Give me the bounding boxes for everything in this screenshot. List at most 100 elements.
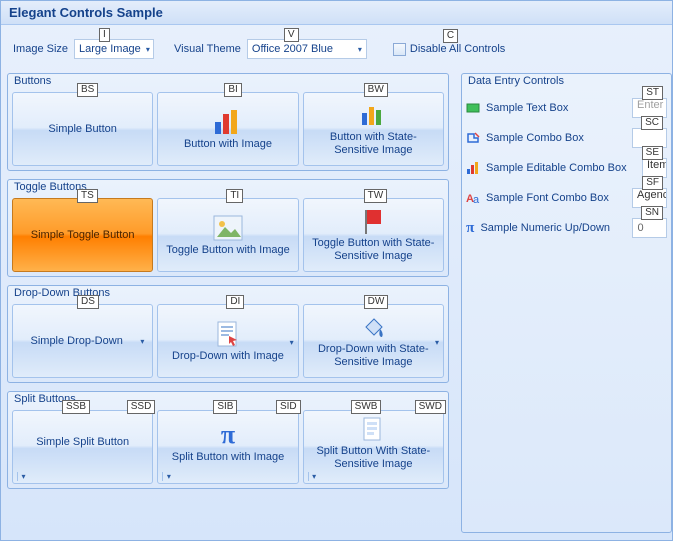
disable-all-label: Disable All Controls	[410, 43, 505, 55]
font-icon: Aa	[466, 190, 480, 206]
button-with-image[interactable]: Button with Image BI	[157, 92, 298, 166]
button-label: Simple Drop-Down	[31, 335, 123, 348]
keytip: BW	[364, 83, 388, 97]
button-label: Split Button with Image	[172, 451, 285, 464]
keytip: TI	[226, 189, 243, 203]
chevron-down-icon: ▾	[136, 337, 148, 346]
picture-icon	[212, 214, 244, 242]
textbox-icon	[466, 100, 480, 116]
keytip: SF	[642, 176, 663, 190]
button-label: Button with Image	[184, 138, 272, 151]
dropdown-state-sensitive[interactable]: Drop-Down with State-Sensitive Image ▾ D…	[303, 304, 444, 378]
chevron-down-icon: ▾	[21, 472, 25, 481]
keytip: V	[284, 28, 299, 42]
sample-textbox-label: Sample Text Box	[486, 102, 626, 114]
button-label: Toggle Button with State-Sensitive Image	[308, 237, 439, 263]
split-dropdown[interactable]: ▾	[308, 472, 320, 481]
button-label: Simple Button	[48, 123, 116, 136]
document-cursor-icon	[212, 320, 244, 348]
toggle-button-state-sensitive[interactable]: Toggle Button with State-Sensitive Image…	[303, 198, 444, 272]
keytip: SWB	[351, 400, 382, 414]
button-label: Drop-Down with Image	[172, 350, 284, 363]
image-size-value: Large Image	[79, 43, 141, 55]
sample-numeric-label: Sample Numeric Up/Down	[480, 222, 626, 234]
bar-chart-icon	[357, 101, 389, 129]
group-title: Toggle Buttons	[14, 181, 87, 193]
sample-font-combo[interactable]: Agency FB	[632, 188, 667, 208]
button-label: Drop-Down with State-Sensitive Image	[308, 343, 439, 369]
group-title: Data Entry Controls	[468, 75, 564, 87]
options-row: Image Size Large Image ▾ I Visual Theme …	[1, 25, 672, 73]
visual-theme-label: Visual Theme	[174, 43, 241, 55]
split-buttons-group: Split Buttons Simple Split Button ▾ SSB …	[7, 391, 449, 489]
sample-combo[interactable]	[632, 128, 667, 148]
disable-all-checkbox[interactable]	[393, 43, 406, 56]
chevron-down-icon: ▾	[312, 472, 316, 481]
dropdown-buttons-group: Drop-Down Buttons Simple Drop-Down ▾ DS …	[7, 285, 449, 383]
sample-font-combo-label: Sample Font Combo Box	[486, 192, 626, 204]
chevron-down-icon: ▾	[352, 45, 364, 54]
keytip: BI	[224, 83, 241, 97]
sample-numeric-updown[interactable]: 0	[632, 218, 667, 238]
keytip: SSB	[62, 400, 90, 414]
keytip: C	[443, 29, 458, 43]
sample-editable-combo-label: Sample Editable Combo Box	[486, 162, 636, 174]
toggle-button-with-image[interactable]: Toggle Button with Image TI	[157, 198, 298, 272]
split-dropdown[interactable]: ▾	[162, 472, 174, 481]
keytip: DI	[226, 295, 244, 309]
button-label: Simple Toggle Button	[31, 229, 135, 242]
chevron-down-icon: ▾	[141, 45, 151, 54]
combo-icon	[466, 130, 480, 146]
chevron-down-icon: ▾	[435, 338, 439, 347]
numeric-value: 0	[637, 222, 643, 234]
dropdown-with-image[interactable]: Drop-Down with Image ▾ DI	[157, 304, 298, 378]
keytip: DW	[364, 295, 389, 309]
document-icon	[357, 415, 389, 443]
sample-editable-combo[interactable]: Item 1	[642, 158, 667, 178]
toggle-buttons-group: Toggle Buttons Simple Toggle Button TS T…	[7, 179, 449, 277]
simple-button[interactable]: Simple Button BS	[12, 92, 153, 166]
chevron-down-icon: ▾	[167, 472, 171, 481]
split-dropdown[interactable]: ▾	[17, 472, 29, 481]
simple-dropdown-button[interactable]: Simple Drop-Down ▾ DS	[12, 304, 153, 378]
image-size-label: Image Size	[13, 43, 68, 55]
sample-combo-label: Sample Combo Box	[486, 132, 626, 144]
image-size-combo[interactable]: Large Image ▾ I	[74, 39, 154, 59]
button-label: Button with State-Sensitive Image	[308, 131, 439, 157]
window-title: Elegant Controls Sample	[1, 1, 672, 25]
simple-split-button[interactable]: Simple Split Button ▾	[12, 410, 153, 484]
button-label: Split Button With State-Sensitive Image	[308, 445, 439, 471]
flag-icon	[357, 207, 389, 235]
bar-chart-icon	[466, 160, 480, 176]
svg-text:a: a	[473, 194, 480, 205]
split-button-with-image[interactable]: π Split Button with Image ▾	[157, 410, 298, 484]
keytip: ST	[642, 86, 663, 100]
buttons-group: Buttons Simple Button BS Button with Ima…	[7, 73, 449, 171]
keytip: SIB	[213, 400, 237, 414]
keytip: SID	[276, 400, 301, 414]
sample-textbox[interactable]: Enter Some	[632, 98, 667, 118]
visual-theme-combo[interactable]: Office 2007 Blue ▾ V	[247, 39, 367, 59]
visual-theme-value: Office 2007 Blue	[252, 43, 333, 55]
bar-chart-icon	[212, 108, 244, 136]
pi-icon: π	[466, 220, 474, 236]
keytip: SE	[642, 146, 663, 160]
split-button-state-sensitive[interactable]: Split Button With State-Sensitive Image …	[303, 410, 444, 484]
button-state-sensitive[interactable]: Button with State-Sensitive Image BW	[303, 92, 444, 166]
keytip: SSD	[127, 400, 156, 414]
pi-icon: π	[212, 421, 244, 449]
keytip: SC	[641, 116, 663, 130]
data-entry-group: Data Entry Controls Sample Text Box Ente…	[461, 73, 672, 533]
keytip: TW	[364, 189, 388, 203]
keytip: DS	[77, 295, 99, 309]
button-label: Toggle Button with Image	[166, 244, 290, 257]
keytip: BS	[77, 83, 98, 97]
chevron-down-icon: ▾	[290, 338, 294, 347]
group-title: Buttons	[14, 75, 51, 87]
simple-toggle-button[interactable]: Simple Toggle Button TS	[12, 198, 153, 272]
button-label: Simple Split Button	[36, 436, 129, 449]
paint-bucket-icon	[357, 313, 389, 341]
keytip: TS	[77, 189, 98, 203]
keytip: I	[99, 28, 110, 42]
keytip: SWD	[415, 400, 446, 414]
